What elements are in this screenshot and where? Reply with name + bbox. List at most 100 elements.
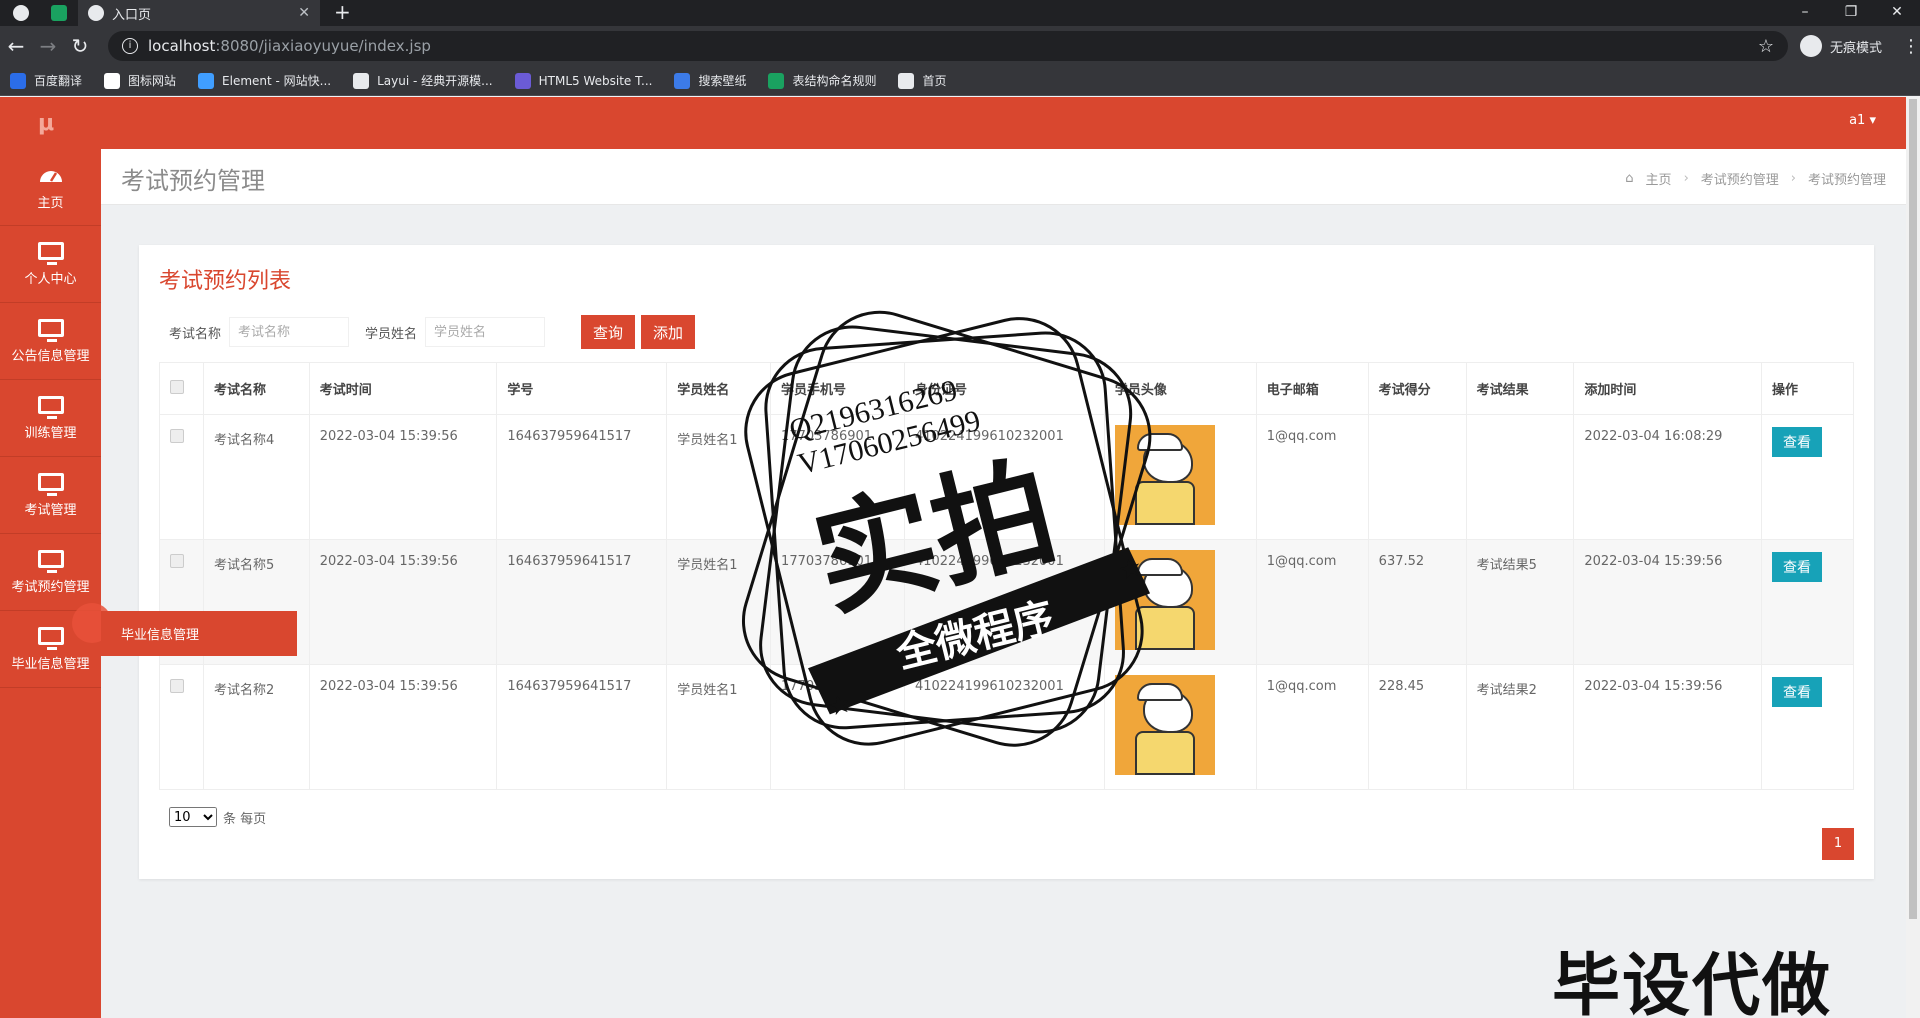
cell-score: 637.52	[1367, 539, 1467, 665]
active-tab[interactable]: 入口页 ✕	[78, 0, 320, 26]
column-header[interactable]: 考试结果	[1465, 362, 1575, 415]
address-bar: ← → ↻ i localhost:8080/jiaxiaoyuyue/inde…	[0, 26, 1920, 66]
incognito-profile[interactable]: 无痕模式	[1799, 35, 1882, 57]
scrollbar-thumb[interactable]	[1909, 99, 1917, 919]
bookmark-item[interactable]: Layui - 经典开源模...	[353, 72, 493, 89]
back-icon[interactable]: ←	[0, 34, 32, 58]
sidebar-item-label: 训练管理	[24, 425, 77, 441]
column-header[interactable]: 学号	[496, 362, 668, 415]
page-scrollbar[interactable]	[1906, 97, 1920, 1018]
cell-student-no: 164637959641517	[496, 414, 668, 540]
sidebar-flyout-item[interactable]: 毕业信息管理	[101, 611, 297, 656]
page-size-control: 10 条 每页	[169, 807, 266, 827]
sidebar-item[interactable]: 公告信息管理	[0, 303, 101, 380]
browser-menu-icon[interactable]: ⋮	[1902, 36, 1920, 57]
bookmark-item[interactable]: 百度翻译	[10, 72, 82, 89]
cell-email: 1@qq.com	[1255, 539, 1369, 665]
corner-watermark: 毕设代做	[1552, 947, 1833, 1018]
bookmark-label: Element - 网站快...	[222, 74, 332, 88]
monitor-icon	[37, 241, 64, 265]
breadcrumb-home[interactable]: 主页	[1646, 169, 1672, 188]
cell-added: 2022-03-04 15:39:56	[1573, 664, 1762, 790]
cell-result	[1465, 414, 1575, 540]
sidebar-item[interactable]: 考试管理	[0, 457, 101, 534]
search-button[interactable]: 查询	[581, 315, 636, 349]
app-logo[interactable]: μ	[38, 111, 60, 136]
restore-icon[interactable]: ❐	[1828, 0, 1874, 26]
card-title: 考试预约列表	[159, 269, 292, 294]
column-header[interactable]: 电子邮箱	[1255, 362, 1369, 415]
bookmark-star-icon[interactable]: ☆	[1758, 36, 1774, 57]
bookmark-item[interactable]: Element - 网站快...	[198, 72, 331, 89]
cell-score	[1367, 414, 1467, 540]
breadcrumb-current: 考试预约管理	[1807, 173, 1886, 188]
forward-icon[interactable]: →	[32, 34, 64, 58]
minimize-icon[interactable]: –	[1782, 0, 1828, 26]
cell-added: 2022-03-04 16:08:29	[1573, 414, 1762, 540]
profile-label: 无痕模式	[1829, 40, 1882, 56]
browser-tab-strip: 入口页 ✕ + – ❐ ✕	[0, 0, 1920, 26]
sidebar-item-label: 毕业信息管理	[11, 656, 90, 672]
info-icon[interactable]: i	[122, 38, 138, 54]
bookmark-icon	[104, 72, 121, 89]
bookmark-item[interactable]: 搜索壁纸	[674, 72, 746, 89]
breadcrumb-section[interactable]: 考试预约管理	[1701, 169, 1779, 188]
sheet-icon	[51, 5, 67, 21]
url-host: localhost	[148, 37, 216, 55]
cell-exam-time: 2022-03-04 15:39:56	[308, 664, 498, 790]
cell-score: 228.45	[1367, 664, 1467, 790]
bookmark-label: 百度翻译	[34, 74, 83, 88]
view-button[interactable]: 查看	[1771, 427, 1822, 457]
add-button[interactable]: 添加	[641, 315, 696, 349]
bookmark-label: 搜索壁纸	[698, 74, 747, 88]
sidebar-item[interactable]: 训练管理	[0, 380, 101, 457]
cell-student-no: 164637959641517	[496, 539, 668, 665]
sidebar-item[interactable]: 考试预约管理	[0, 534, 101, 611]
reload-icon[interactable]: ↻	[64, 34, 96, 58]
column-header[interactable]: 操作	[1760, 362, 1855, 415]
monitor-icon	[37, 626, 64, 650]
row-checkbox[interactable]	[170, 429, 184, 443]
sidebar-item[interactable]: 主页	[0, 149, 101, 226]
column-header[interactable]: 添加时间	[1573, 362, 1762, 415]
sidebar-item[interactable]: 个人中心	[0, 226, 101, 303]
row-checkbox[interactable]	[170, 679, 184, 693]
column-header[interactable]: 考试得分	[1367, 362, 1467, 415]
new-tab-button[interactable]: +	[334, 0, 351, 26]
monitor-icon	[37, 395, 64, 419]
bookmark-label: 首页	[922, 74, 947, 88]
column-header[interactable]: 考试名称	[202, 362, 310, 415]
row-checkbox[interactable]	[170, 554, 184, 568]
close-tab-icon[interactable]: ✕	[298, 5, 310, 21]
sidebar: 主页 个人中心 公告信息管理训练管理考试管理 考试预约管理毕业信息管理	[0, 149, 101, 1018]
filter-bar: 考试名称 学员姓名 查询 添加	[169, 315, 701, 349]
student-name-input[interactable]	[425, 317, 546, 347]
cell-exam-time: 2022-03-04 15:39:56	[308, 539, 498, 665]
monitor-icon	[37, 318, 64, 342]
pinned-tab[interactable]	[46, 0, 72, 26]
student-name-label: 学员姓名	[365, 326, 418, 342]
bookmarks-bar: 百度翻译 图标网站 Element - 网站快... Layui - 经典开源模...…	[0, 66, 1920, 96]
url-input[interactable]: i localhost:8080/jiaxiaoyuyue/index.jsp …	[108, 31, 1788, 61]
page-button-current[interactable]: 1	[1822, 828, 1854, 860]
user-menu[interactable]: a1 ▾	[1849, 113, 1876, 128]
bookmark-item[interactable]: 首页	[898, 72, 947, 89]
cell-student-no: 164637959641517	[496, 664, 668, 790]
exam-name-input[interactable]	[229, 317, 350, 347]
cell-email: 1@qq.com	[1255, 664, 1369, 790]
watermark-stamp: Q2196316269 V17060256499 实拍 全微程序 ★ ★	[741, 310, 1152, 747]
row-select-cell	[159, 414, 204, 540]
bookmark-item[interactable]: 表结构命名规则	[768, 72, 876, 89]
pinned-tab[interactable]	[8, 0, 34, 26]
view-button[interactable]: 查看	[1771, 552, 1822, 582]
view-button[interactable]: 查看	[1771, 677, 1822, 707]
bookmark-item[interactable]: HTML5 Website T...	[514, 72, 652, 89]
select-all-checkbox[interactable]	[170, 379, 184, 394]
page-size-select[interactable]: 10	[169, 807, 217, 827]
close-window-icon[interactable]: ✕	[1874, 0, 1920, 26]
cell-email: 1@qq.com	[1255, 414, 1369, 540]
bookmark-item[interactable]: 图标网站	[104, 72, 176, 89]
column-header[interactable]: 考试时间	[308, 362, 498, 415]
row-select-cell	[159, 664, 204, 790]
select-all-cell	[159, 362, 204, 415]
